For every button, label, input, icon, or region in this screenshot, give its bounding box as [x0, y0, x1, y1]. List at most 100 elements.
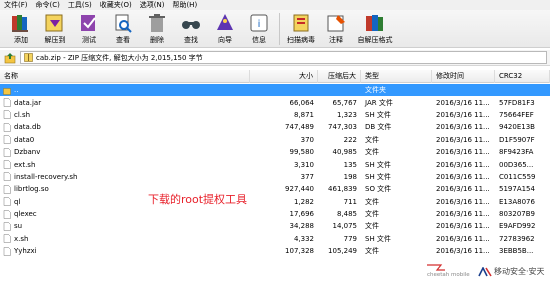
- file-icon: [3, 110, 11, 120]
- view-button[interactable]: 查看: [106, 10, 140, 48]
- file-name-cell: data.jar: [0, 97, 250, 109]
- file-name-cell: Yyhzxi: [0, 245, 250, 257]
- folder-up-icon: [3, 87, 11, 95]
- view-icon: [115, 14, 132, 33]
- file-row[interactable]: librtlog.so 927,440 461,839 SO 文件 2016/3/16 …: [0, 183, 550, 195]
- view-label: 查看: [116, 36, 130, 44]
- file-list-header: 名称 大小 压缩后大小 类型 修改时间 CRC32: [0, 69, 550, 93]
- address-field[interactable]: cab.zip - ZIP 压缩文件, 解包大小为 2,015,150 字节: [20, 51, 547, 64]
- cheetah-mobile-logo: cheetah mobile: [427, 264, 470, 278]
- file-row[interactable]: Yyhzxi 107,328 105,249 文件 2016/3/16 11... 3EB…: [0, 245, 550, 257]
- file-row[interactable]: ql 1,282 711 文件 2016/3/16 11... E13A8076: [0, 196, 550, 208]
- wizard-icon: [217, 14, 233, 30]
- info-button[interactable]: i 信息: [242, 10, 276, 48]
- file-crc32: 9420E13B: [499, 123, 535, 132]
- file-crc32: 5197A154: [499, 185, 535, 194]
- file-modified: 2016/3/16 11...: [436, 247, 490, 256]
- file-modified: 2016/3/16 11...: [436, 210, 490, 219]
- file-row[interactable]: qlexec 17,696 8,485 文件 2016/3/16 11... 803207…: [0, 208, 550, 220]
- file-size: 377: [300, 172, 314, 181]
- test-button[interactable]: 测试: [72, 10, 106, 48]
- comment-button[interactable]: 注释: [319, 10, 353, 48]
- file-crc32: 75664FEF: [499, 110, 534, 119]
- file-size: 99,580: [289, 148, 315, 157]
- file-size: 3,310: [293, 160, 314, 169]
- file-row[interactable]: su 34,288 14,075 文件 2016/3/16 11... E9AFD992: [0, 220, 550, 232]
- find-label: 查找: [184, 36, 198, 44]
- file-row[interactable]: data.jar 66,064 65,767 JAR 文件 2016/3/16 11..…: [0, 96, 550, 108]
- file-name: su: [14, 222, 23, 231]
- test-label: 测试: [82, 36, 96, 44]
- svg-text:i: i: [258, 19, 261, 30]
- column-packed-size[interactable]: 压缩后大小: [318, 69, 361, 93]
- find-button[interactable]: 查找: [174, 10, 208, 48]
- file-crc32: 3EBB5B...: [499, 247, 534, 256]
- file-crc32: C011C559: [499, 172, 536, 181]
- file-icon: [3, 98, 11, 107]
- file-icon: [3, 135, 11, 144]
- file-modified: 2016/3/16 11...: [436, 98, 490, 107]
- add-button[interactable]: 添加: [4, 10, 38, 48]
- file-type: SH 文件: [365, 234, 391, 243]
- file-list: .. 文件夹 data.jar 66,064 65,767 JAR 文件 2016/3/16…: [0, 84, 550, 257]
- address-bar: cab.zip - ZIP 压缩文件, 解包大小为 2,015,150 字节: [0, 50, 550, 66]
- file-row[interactable]: cl.sh 8,871 1,323 SH 文件 2016/3/16 11... 75664…: [0, 109, 550, 121]
- file-row[interactable]: install-recovery.sh 377 198 SH 文件 2016/3/16 …: [0, 171, 550, 183]
- file-row[interactable]: data.db 747,489 747,303 DB 文件 2016/3/16 11..…: [0, 121, 550, 133]
- extract-to-button[interactable]: 解压到: [38, 10, 72, 48]
- info-icon: i: [250, 14, 268, 32]
- file-packed-size: 222: [343, 135, 357, 144]
- file-icon: [3, 247, 11, 256]
- extract-to-icon: [45, 14, 63, 32]
- file-crc32: 72783962: [499, 234, 535, 243]
- file-size: 4,332: [293, 234, 314, 243]
- file-name-cell: data0: [0, 134, 250, 146]
- file-packed-size: 461,839: [328, 185, 357, 194]
- file-icon: [3, 222, 11, 231]
- file-icon: [3, 160, 11, 169]
- file-type: 文件夹: [365, 86, 386, 95]
- file-name: Dzbanv: [14, 148, 41, 157]
- file-size: 1,282: [293, 197, 314, 206]
- file-row[interactable]: Dzbanv 99,580 40,985 文件 2016/3/16 11... 8F942…: [0, 146, 550, 158]
- file-packed-size: 135: [343, 160, 357, 169]
- column-modified[interactable]: 修改时间: [432, 69, 495, 83]
- virus-scan-button[interactable]: 扫描病毒: [283, 10, 319, 48]
- column-size[interactable]: 大小: [250, 69, 318, 83]
- svg-text:cheetah mobile: cheetah mobile: [427, 272, 470, 278]
- menu-file[interactable]: 文件(F): [4, 0, 28, 10]
- menu-tools[interactable]: 工具(S): [68, 0, 92, 10]
- menu-options[interactable]: 选项(N): [140, 0, 165, 10]
- file-modified: 2016/3/16 11...: [436, 135, 490, 144]
- address-text: cab.zip - ZIP 压缩文件, 解包大小为 2,015,150 字节: [36, 53, 203, 62]
- antiy-watermark-text: 移动安全·安天: [494, 267, 545, 276]
- file-row[interactable]: data0 370 222 文件 2016/3/16 11... D1F5907F: [0, 134, 550, 146]
- file-crc32: 57FD81F3: [499, 98, 535, 107]
- file-crc32: D1F5907F: [499, 135, 535, 144]
- file-icon: [3, 172, 11, 182]
- file-crc32: E13A8076: [499, 197, 535, 206]
- up-folder-icon[interactable]: [4, 52, 16, 64]
- file-row[interactable]: .. 文件夹: [0, 84, 550, 97]
- menu-bar: 文件(F) 命令(C) 工具(S) 收藏夹(O) 选项(N) 帮助(H): [0, 0, 550, 10]
- file-type: SH 文件: [365, 110, 391, 119]
- file-packed-size: 779: [343, 234, 357, 243]
- file-name-cell: x.sh: [0, 233, 250, 245]
- file-crc32: 803207B9: [499, 210, 535, 219]
- file-row[interactable]: x.sh 4,332 779 SH 文件 2016/3/16 11... 72783962: [0, 233, 550, 245]
- delete-button[interactable]: 删除: [140, 10, 174, 48]
- menu-command[interactable]: 命令(C): [36, 0, 60, 10]
- file-packed-size: 40,985: [332, 148, 358, 157]
- file-modified: 2016/3/16 11...: [436, 110, 490, 119]
- menu-help[interactable]: 帮助(H): [172, 0, 197, 10]
- column-crc32[interactable]: CRC32: [495, 69, 550, 83]
- file-row[interactable]: ext.sh 3,310 135 SH 文件 2016/3/16 11... 00D365…: [0, 158, 550, 170]
- column-type[interactable]: 类型: [361, 69, 432, 83]
- file-type: 文件: [365, 148, 379, 157]
- wizard-button[interactable]: 向导: [208, 10, 242, 48]
- column-name[interactable]: 名称: [0, 69, 250, 83]
- file-modified: 2016/3/16 11...: [436, 234, 490, 243]
- sfx-button[interactable]: 自解压格式: [353, 10, 397, 48]
- file-packed-size: 105,249: [328, 247, 357, 256]
- menu-favorites[interactable]: 收藏夹(O): [100, 0, 132, 10]
